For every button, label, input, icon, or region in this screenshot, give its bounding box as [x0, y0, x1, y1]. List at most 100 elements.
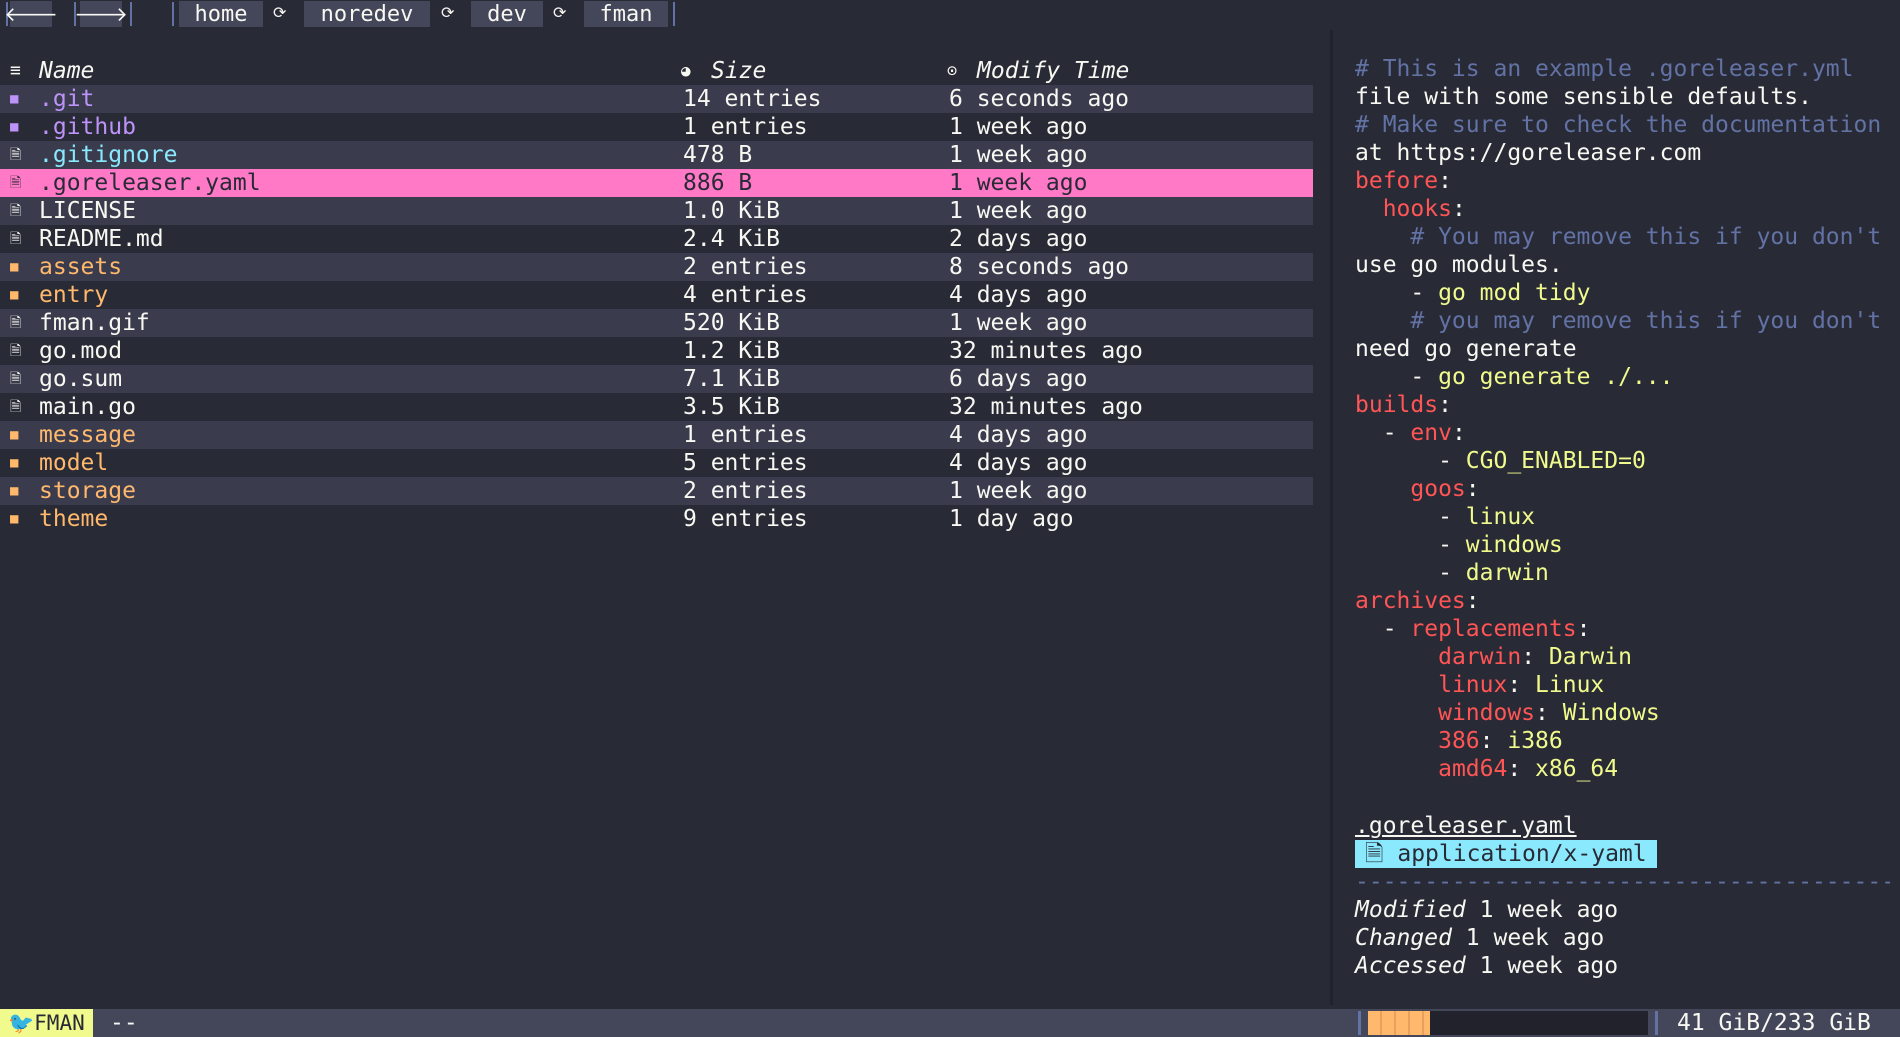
file-modify-time: 1 week ago [949, 310, 1088, 336]
folder-icon: ■ [10, 427, 19, 443]
preview-token: go generate ./... [1438, 364, 1674, 390]
preview-token: # Make sure to check the documentation [1355, 112, 1882, 138]
accessed-value: 1 week ago [1479, 953, 1619, 979]
forward-button[interactable]: 🡒 [74, 1, 128, 27]
file-modify-time: 1 week ago [949, 142, 1088, 168]
preview-token: Windows [1562, 700, 1660, 726]
file-name: go.sum [39, 366, 123, 392]
file-name: message [39, 422, 136, 448]
file-row[interactable]: ■ storage 2 entries 1 week ago [0, 477, 1313, 505]
preview-token: use go modules. [1355, 252, 1563, 278]
preview-token: - [1355, 280, 1439, 306]
breadcrumb-fman[interactable]: fman [584, 1, 668, 27]
file-modify-time: 32 minutes ago [949, 394, 1143, 420]
file-modify-time: 4 days ago [949, 282, 1088, 308]
disk-usage-bar [1368, 1011, 1648, 1035]
preview-line: linux: Linux [1355, 671, 1890, 699]
preview-token: : [1479, 728, 1508, 754]
breadcrumb-noredev[interactable]: noredev [304, 1, 430, 27]
folder-icon: ■ [10, 287, 19, 303]
file-name: storage [39, 478, 136, 504]
preview-token: : [1465, 588, 1480, 614]
column-modify-time[interactable]: Modify Time [977, 57, 1129, 85]
column-size[interactable]: Size [711, 57, 766, 85]
breadcrumb-home[interactable]: home [179, 1, 263, 27]
preview-token: # You may remove this if you don't [1355, 224, 1882, 250]
preview-token [1355, 756, 1438, 782]
pane-divider[interactable] [1330, 30, 1333, 1005]
preview-token: linux [1465, 504, 1536, 530]
preview-line: # You may remove this if you don't [1355, 223, 1890, 251]
preview-line: goos: [1355, 475, 1890, 503]
file-row[interactable]: ■ entry 4 entries 4 days ago [0, 281, 1313, 309]
preview-line: # Make sure to check the documentation [1355, 111, 1890, 139]
back-button[interactable]: 🡐 [4, 1, 58, 27]
status-bar: 🐦FMAN -- 41 GiB/233 GiB [0, 1009, 1900, 1037]
file-size: 1 entries [683, 114, 808, 140]
separator [172, 2, 174, 26]
file-modify-time: 1 week ago [949, 198, 1088, 224]
preview-token: - [1355, 420, 1411, 446]
preview-token: CGO_ENABLED=0 [1465, 448, 1646, 474]
preview-line: - windows [1355, 531, 1890, 559]
file-row[interactable]: 🗎 .gitignore 478 B 1 week ago [0, 141, 1313, 169]
preview-line: - CGO_ENABLED=0 [1355, 447, 1890, 475]
file-row[interactable]: 🗎 main.go 3.5 KiB 32 minutes ago [0, 393, 1313, 421]
preview-line: - go generate ./... [1355, 363, 1890, 391]
file-row[interactable]: ■ .github 1 entries 1 week ago [0, 113, 1313, 141]
file-row[interactable]: 🗎 go.mod 1.2 KiB 32 minutes ago [0, 337, 1313, 365]
file-icon: 🗎 [1365, 841, 1384, 867]
preview-line: - darwin [1355, 559, 1890, 587]
file-row[interactable]: ■ .git 14 entries 6 seconds ago [0, 85, 1313, 113]
file-name: README.md [39, 226, 164, 252]
file-row[interactable]: ■ theme 9 entries 1 day ago [0, 505, 1313, 533]
column-name[interactable]: Name [39, 57, 94, 85]
disk-usage-text: 41 GiB/233 GiB [1677, 1010, 1871, 1036]
file-info-name: .goreleaser.yaml [1355, 813, 1577, 839]
file-row[interactable]: ■ message 1 entries 4 days ago [0, 421, 1313, 449]
file-row[interactable]: 🗎 go.sum 7.1 KiB 6 days ago [0, 365, 1313, 393]
file-size: 14 entries [683, 86, 822, 112]
preview-line: - linux [1355, 503, 1890, 531]
file-size: 1.0 KiB [683, 198, 780, 224]
file-icon: 🗎 [10, 399, 22, 415]
preview-token: amd64 [1438, 756, 1508, 782]
separator [673, 2, 675, 26]
preview-token: file with some sensible defaults. [1355, 84, 1812, 110]
preview-token [1355, 728, 1438, 754]
separator [1655, 1011, 1658, 1035]
file-icon: 🗎 [10, 231, 22, 247]
preview-line: builds: [1355, 391, 1890, 419]
breadcrumb-dev[interactable]: dev [471, 1, 543, 27]
preview-token: : [1438, 168, 1452, 194]
file-row[interactable]: 🗎 LICENSE 1.0 KiB 1 week ago [0, 197, 1313, 225]
link-icon: ⟳ [273, 3, 287, 22]
link-icon: ⟳ [553, 3, 567, 22]
preview-token: : [1576, 616, 1591, 642]
file-row[interactable]: ■ assets 2 entries 8 seconds ago [0, 253, 1313, 281]
file-name: .gitignore [39, 142, 178, 168]
file-name: entry [39, 282, 109, 308]
preview-token: go mod tidy [1438, 280, 1591, 306]
breadcrumb-label: dev [487, 1, 527, 27]
preview-line: - replacements: [1355, 615, 1890, 643]
preview-token: need go generate [1355, 336, 1577, 362]
preview-line: # you may remove this if you don't [1355, 307, 1890, 335]
modified-value: 1 week ago [1479, 897, 1619, 923]
file-icon: 🗎 [10, 343, 22, 359]
file-row[interactable]: 🗎 .goreleaser.yaml 886 B 1 week ago [0, 169, 1313, 197]
mode-label: FMAN [34, 1011, 85, 1035]
file-size: 9 entries [683, 506, 808, 532]
file-row[interactable]: 🗎 README.md 2.4 KiB 2 days ago [0, 225, 1313, 253]
file-modify-time: 32 minutes ago [949, 338, 1143, 364]
pie-icon: ◕ [681, 61, 691, 80]
file-row[interactable]: ■ model 5 entries 4 days ago [0, 449, 1313, 477]
file-row[interactable]: 🗎 fman.gif 520 KiB 1 week ago [0, 309, 1313, 337]
file-icon: 🗎 [10, 315, 22, 331]
link-icon: ⟳ [441, 3, 455, 22]
folder-icon: ■ [10, 91, 19, 107]
preview-line: amd64: x86_64 [1355, 755, 1890, 783]
preview-line: - go mod tidy [1355, 279, 1890, 307]
preview-line: need go generate [1355, 335, 1890, 363]
preview-token: before [1355, 168, 1439, 194]
